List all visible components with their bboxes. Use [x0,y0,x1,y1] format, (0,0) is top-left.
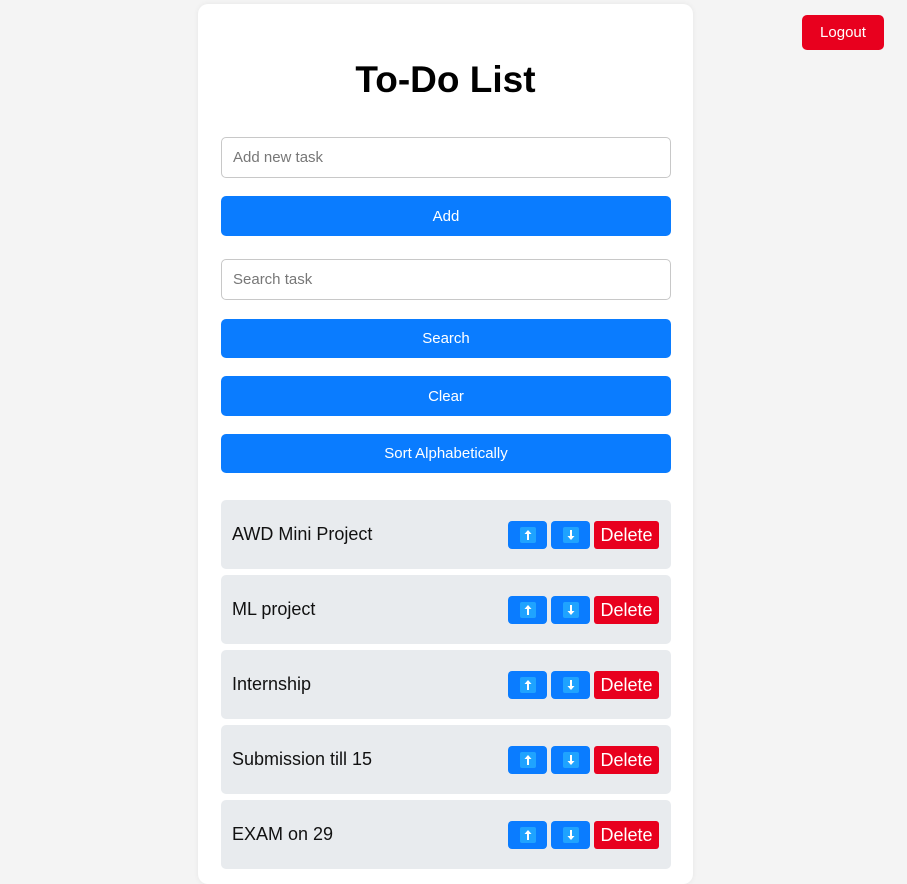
move-down-button[interactable] [551,521,590,549]
arrow-up-icon [519,602,536,618]
arrow-down-icon [562,602,579,618]
task-item: EXAM on 29 Delete [221,800,671,869]
move-down-button[interactable] [551,746,590,774]
arrow-down-icon [562,827,579,843]
delete-button[interactable]: Delete [594,746,659,774]
task-text: ML project [232,599,316,619]
delete-button[interactable]: Delete [594,521,659,549]
move-up-button[interactable] [508,746,547,774]
task-text: AWD Mini Project [232,524,373,544]
task-actions: Delete [508,821,659,849]
logout-button[interactable]: Logout [802,15,884,50]
task-item: ML project Delete [221,575,671,644]
task-item: Submission till 15 Delete [221,725,671,794]
arrow-up-icon [519,677,536,693]
move-up-button[interactable] [508,821,547,849]
move-down-button[interactable] [551,821,590,849]
delete-button[interactable]: Delete [594,596,659,624]
task-item: AWD Mini Project Delete [221,500,671,569]
arrow-down-icon [562,752,579,768]
move-up-button[interactable] [508,521,547,549]
delete-button[interactable]: Delete [594,821,659,849]
search-button[interactable]: Search [221,319,671,358]
add-button[interactable]: Add [221,196,671,236]
arrow-up-icon [519,752,536,768]
move-up-button[interactable] [508,596,547,624]
task-actions: Delete [508,596,659,624]
arrow-up-icon [519,827,536,843]
new-task-input[interactable] [221,137,671,178]
task-item: Internship Delete [221,650,671,719]
sort-alphabetically-button[interactable]: Sort Alphabetically [221,434,671,473]
task-actions: Delete [508,671,659,699]
arrow-down-icon [562,527,579,543]
delete-button[interactable]: Delete [594,671,659,699]
arrow-up-icon [519,527,536,543]
task-actions: Delete [508,521,659,549]
task-text: EXAM on 29 [232,824,334,844]
clear-button[interactable]: Clear [221,376,671,416]
task-text: Internship [232,674,312,694]
page-title: To-Do List [355,59,536,100]
todo-card: To-Do List Add Search Clear Sort Alphabe… [198,4,693,884]
move-down-button[interactable] [551,596,590,624]
search-input[interactable] [221,259,671,300]
task-actions: Delete [508,746,659,774]
task-text: Submission till 15 [232,749,373,769]
move-up-button[interactable] [508,671,547,699]
task-list: AWD Mini Project Delete ML project Delet… [221,500,671,875]
arrow-down-icon [562,677,579,693]
move-down-button[interactable] [551,671,590,699]
